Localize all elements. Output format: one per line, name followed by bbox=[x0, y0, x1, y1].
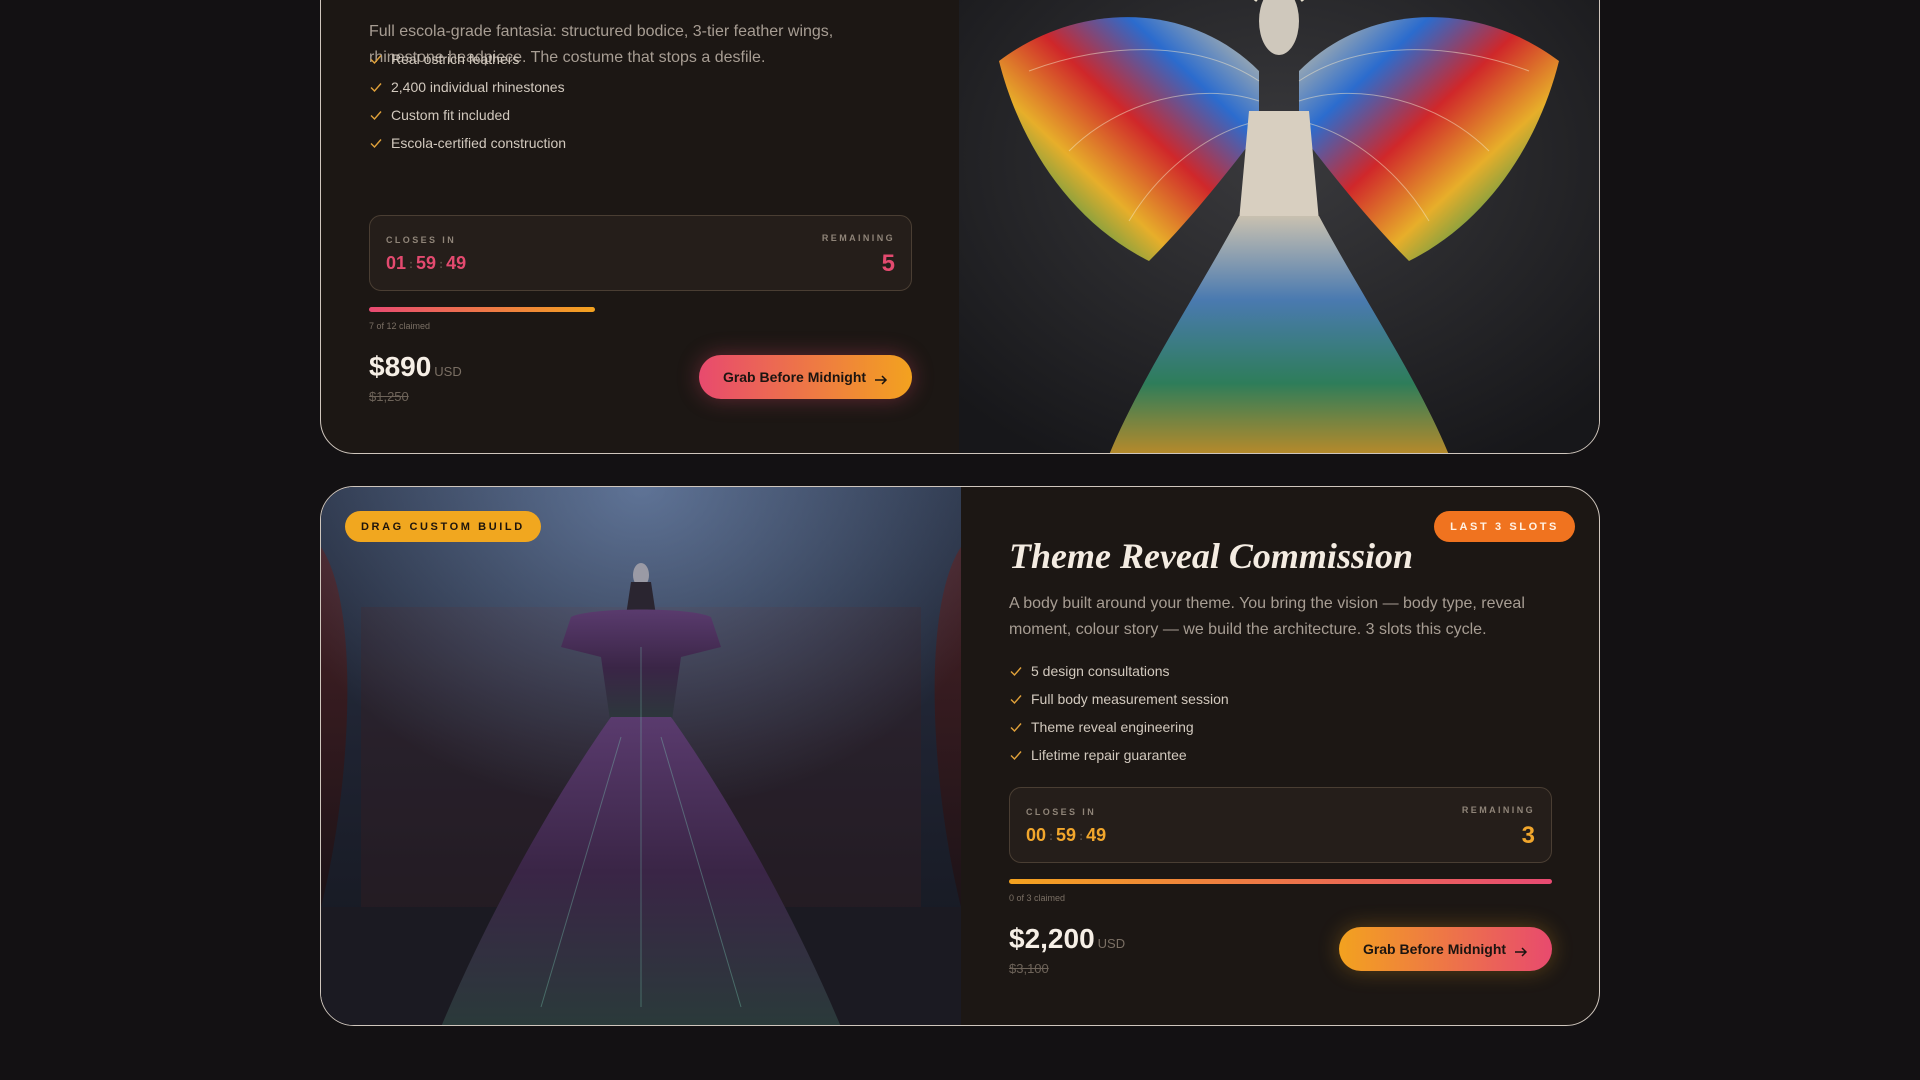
remaining-count: 3 bbox=[1521, 822, 1535, 849]
feature-item: 2,400 individual rhinestones bbox=[369, 73, 566, 101]
price-block: $2,200 USD $3,100 bbox=[1009, 923, 1126, 976]
check-icon bbox=[369, 52, 383, 66]
grab-before-midnight-button[interactable]: Grab Before Midnight bbox=[699, 355, 912, 399]
cta-label: Grab Before Midnight bbox=[722, 369, 867, 385]
feature-item: 5 design consultations bbox=[1009, 657, 1229, 685]
arrow-right-icon bbox=[874, 372, 888, 385]
product-card-theme-reveal: DRAG CUSTOM BUILD LAST 3 SLOTS Theme Rev… bbox=[320, 486, 1600, 1026]
feature-label: Custom fit included bbox=[391, 107, 511, 123]
countdown-timer: 01:59:49 bbox=[386, 253, 467, 273]
remaining-label: REMAINING bbox=[821, 233, 895, 243]
feature-label: Full body measurement session bbox=[1031, 691, 1229, 707]
price: $2,200 bbox=[1009, 923, 1095, 954]
feature-label: 2,400 individual rhinestones bbox=[391, 79, 565, 95]
countdown-minutes: 59 bbox=[416, 253, 437, 273]
last-slots-badge: LAST 3 SLOTS bbox=[1434, 511, 1575, 542]
feature-label: Escola-certified construction bbox=[391, 135, 567, 151]
price: $890 bbox=[369, 351, 432, 382]
feature-item: Lifetime repair guarantee bbox=[1009, 741, 1229, 769]
countdown-timer: 00:59:49 bbox=[1026, 825, 1107, 845]
check-icon bbox=[1009, 748, 1023, 762]
check-icon bbox=[1009, 664, 1023, 678]
check-icon bbox=[369, 80, 383, 94]
old-price: $1,250 bbox=[369, 389, 409, 404]
arrow-right-icon bbox=[1514, 944, 1528, 957]
cta-label: Grab Before Midnight bbox=[1362, 941, 1507, 957]
price-block: $890 USD $1,250 bbox=[369, 351, 462, 404]
feature-item: Custom fit included bbox=[369, 101, 566, 129]
drag-custom-build-badge: DRAG CUSTOM BUILD bbox=[345, 511, 541, 542]
feature-list: 5 design consultations Full body measure… bbox=[1009, 657, 1229, 769]
countdown-minutes: 59 bbox=[1056, 825, 1077, 845]
remaining-label: REMAINING bbox=[1461, 805, 1535, 815]
countdown-seconds: 49 bbox=[446, 253, 467, 273]
old-price: $3,100 bbox=[1009, 961, 1049, 976]
check-icon bbox=[1009, 692, 1023, 706]
currency: USD bbox=[434, 364, 462, 379]
check-icon bbox=[369, 108, 383, 122]
claimed-progress-bar bbox=[1009, 879, 1552, 884]
feathered-gown-on-stage-photo bbox=[321, 487, 961, 1025]
grab-before-midnight-button[interactable]: Grab Before Midnight bbox=[1339, 927, 1552, 971]
check-icon bbox=[369, 136, 383, 150]
feature-label: Lifetime repair guarantee bbox=[1031, 747, 1187, 763]
product-card-fantasia: Full escola-grade fantasia: structured b… bbox=[320, 0, 1600, 454]
countdown-box: CLOSES IN REMAINING 01:59:49 5 bbox=[369, 215, 912, 291]
feature-label: Real ostrich feathers bbox=[391, 51, 520, 67]
remaining-count: 5 bbox=[881, 250, 895, 277]
claimed-progress-fill bbox=[1009, 879, 1552, 884]
countdown-hours: 00 bbox=[1026, 825, 1047, 845]
claimed-text: 0 of 3 claimed bbox=[1009, 893, 1066, 903]
feature-item: Full body measurement session bbox=[1009, 685, 1229, 713]
feature-label: 5 design consultations bbox=[1031, 663, 1170, 679]
feature-item: Real ostrich feathers bbox=[369, 45, 566, 73]
feature-item: Theme reveal engineering bbox=[1009, 713, 1229, 741]
currency: USD bbox=[1097, 936, 1126, 951]
closes-in-label: CLOSES IN bbox=[1026, 807, 1097, 817]
feature-label: Theme reveal engineering bbox=[1031, 719, 1194, 735]
claimed-text: 7 of 12 claimed bbox=[369, 321, 431, 331]
countdown-hours: 01 bbox=[386, 253, 407, 273]
countdown-box: CLOSES IN REMAINING 00:59:49 3 bbox=[1009, 787, 1552, 863]
claimed-progress-bar bbox=[369, 307, 912, 312]
feature-item: Escola-certified construction bbox=[369, 129, 566, 157]
product-description: A body built around your theme. You brin… bbox=[1009, 595, 1525, 638]
feature-list: Real ostrich feathers 2,400 individual r… bbox=[369, 45, 566, 157]
product-title: Theme Reveal Commission bbox=[1009, 536, 1413, 576]
countdown-seconds: 49 bbox=[1086, 825, 1107, 845]
check-icon bbox=[1009, 720, 1023, 734]
feathered-carnival-costume-photo bbox=[959, 0, 1599, 453]
closes-in-label: CLOSES IN bbox=[386, 235, 457, 245]
claimed-progress-fill bbox=[369, 307, 596, 312]
